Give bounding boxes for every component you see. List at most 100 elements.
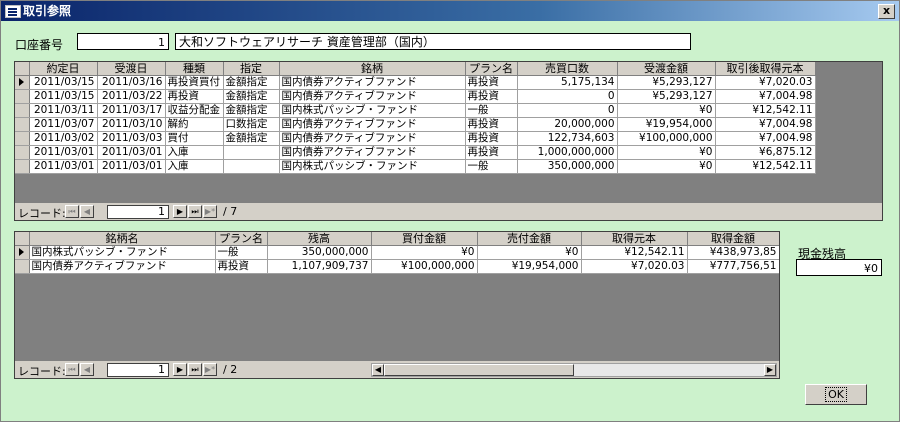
last-record-button[interactable]: ⏭: [188, 363, 202, 376]
grid-cell[interactable]: 一般: [215, 245, 268, 260]
account-number-field[interactable]: 1: [77, 33, 169, 50]
first-record-button[interactable]: ⏮: [65, 363, 79, 376]
grid-cell[interactable]: ¥0: [477, 245, 582, 260]
column-header[interactable]: プラン名: [465, 62, 518, 76]
grid-cell[interactable]: 2011/03/11: [29, 103, 98, 118]
grid-cell[interactable]: 国内株式パッシブ・ファンド: [29, 245, 216, 260]
grid-cell[interactable]: 2011/03/10: [97, 117, 166, 132]
grid-cell[interactable]: 2011/03/16: [97, 75, 166, 90]
grid-cell[interactable]: 収益分配金: [165, 103, 224, 118]
row-selector[interactable]: [15, 117, 30, 132]
transaction-row[interactable]: 2011/03/11 2011/03/17 収益分配金 金額指定 国内株式パッシブ・ファ…: [15, 103, 816, 118]
grid-cell[interactable]: 再投資買付: [165, 75, 224, 90]
grid-cell[interactable]: 0: [517, 103, 618, 118]
grid-cell[interactable]: 国内債券アクティブファンド: [29, 259, 216, 274]
new-record-button[interactable]: ▶*: [203, 205, 217, 218]
column-header[interactable]: 指定: [223, 62, 280, 76]
row-selector[interactable]: [15, 75, 30, 90]
transaction-row[interactable]: 2011/03/01 2011/03/01 入庫 国内株式パッシブ・ファンド 一般 350…: [15, 159, 816, 174]
column-header[interactable]: 取得元本: [581, 232, 688, 246]
horizontal-scrollbar[interactable]: ◀ ▶: [371, 363, 777, 377]
column-header[interactable]: 売付金額: [477, 232, 582, 246]
grid-cell[interactable]: 350,000,000: [267, 245, 372, 260]
grid-cell[interactable]: 2011/03/07: [29, 117, 98, 132]
grid-cell[interactable]: 再投資: [465, 131, 518, 146]
grid-cell[interactable]: 金額指定: [223, 89, 280, 104]
scroll-right-icon[interactable]: ▶: [764, 364, 776, 376]
grid-cell[interactable]: ¥0: [371, 245, 478, 260]
grid-cell[interactable]: 再投資: [465, 145, 518, 160]
grid-cell[interactable]: ¥5,293,127: [617, 75, 716, 90]
grid-cell[interactable]: 0: [517, 89, 618, 104]
grid-cell[interactable]: 金額指定: [223, 103, 280, 118]
column-header[interactable]: 種類: [165, 62, 224, 76]
ok-button[interactable]: OK: [805, 384, 867, 405]
grid-cell[interactable]: ¥12,542.11: [581, 245, 688, 260]
grid-cell[interactable]: [223, 145, 280, 160]
grid-cell[interactable]: 2011/03/01: [97, 145, 166, 160]
grid-cell[interactable]: 国内債券アクティブファンド: [279, 131, 466, 146]
scroll-left-icon[interactable]: ◀: [372, 364, 384, 376]
grid-cell[interactable]: 再投資: [215, 259, 268, 274]
grid-cell[interactable]: 再投資: [465, 89, 518, 104]
grid-cell[interactable]: 入庫: [165, 159, 224, 174]
grid-cell[interactable]: ¥100,000,000: [371, 259, 478, 274]
grid-cell[interactable]: 国内債券アクティブファンド: [279, 117, 466, 132]
column-header[interactable]: プラン名: [215, 232, 268, 246]
grid-cell[interactable]: 国内債券アクティブファンド: [279, 145, 466, 160]
new-record-button[interactable]: ▶*: [203, 363, 217, 376]
grid-cell[interactable]: 金額指定: [223, 131, 280, 146]
column-header[interactable]: 受渡日: [97, 62, 166, 76]
grid-cell[interactable]: 一般: [465, 159, 518, 174]
transaction-row[interactable]: 2011/03/15 2011/03/22 再投資 金額指定 国内債券アクティブファンド…: [15, 89, 816, 104]
cash-balance-field[interactable]: ¥0: [796, 259, 882, 276]
grid-cell[interactable]: ¥100,000,000: [617, 131, 716, 146]
grid-cell[interactable]: 解約: [165, 117, 224, 132]
grid-cell[interactable]: 20,000,000: [517, 117, 618, 132]
grid-cell[interactable]: 2011/03/15: [29, 75, 98, 90]
grid-cell[interactable]: 2011/03/17: [97, 103, 166, 118]
grid-cell[interactable]: 再投資: [465, 117, 518, 132]
column-header[interactable]: 買付金額: [371, 232, 478, 246]
grid-cell[interactable]: ¥7,004.98: [715, 131, 816, 146]
next-record-button[interactable]: ▶: [173, 205, 187, 218]
grid-cell[interactable]: 2011/03/01: [29, 145, 98, 160]
scrollbar-thumb[interactable]: [384, 364, 574, 376]
column-header[interactable]: 受渡金額: [617, 62, 716, 76]
row-selector[interactable]: [15, 103, 30, 118]
account-name-field[interactable]: 大和ソフトウェアリサーチ 資産管理部（国内）: [175, 33, 691, 50]
grid-cell[interactable]: 一般: [465, 103, 518, 118]
column-header[interactable]: 取引後取得元本: [715, 62, 816, 76]
transaction-row[interactable]: 2011/03/02 2011/03/03 買付 金額指定 国内債券アクティブファンド再…: [15, 131, 816, 146]
grid-cell[interactable]: ¥5,293,127: [617, 89, 716, 104]
grid-cell[interactable]: ¥0: [617, 145, 716, 160]
grid-cell[interactable]: 口数指定: [223, 117, 280, 132]
next-record-button[interactable]: ▶: [173, 363, 187, 376]
grid-cell[interactable]: ¥6,875.12: [715, 145, 816, 160]
row-selector[interactable]: [15, 159, 30, 174]
record-number-field[interactable]: 1: [107, 205, 169, 219]
transaction-row[interactable]: 2011/03/07 2011/03/10 解約 口数指定 国内債券アクティブファンド再…: [15, 117, 816, 132]
grid-cell[interactable]: ¥12,542.11: [715, 159, 816, 174]
grid-cell[interactable]: 金額指定: [223, 75, 280, 90]
grid-cell[interactable]: 国内株式パッシブ・ファンド: [279, 159, 466, 174]
grid-cell[interactable]: 再投資: [465, 75, 518, 90]
grid-cell[interactable]: ¥7,020.03: [581, 259, 688, 274]
grid-cell[interactable]: ¥12,542.11: [715, 103, 816, 118]
prev-record-button[interactable]: ◀: [80, 363, 94, 376]
grid-cell[interactable]: ¥7,020.03: [715, 75, 816, 90]
transaction-row[interactable]: 2011/03/15 2011/03/16 再投資買付 金額指定 国内債券アクティブファ…: [15, 75, 816, 90]
first-record-button[interactable]: ⏮: [65, 205, 79, 218]
grid-cell[interactable]: 2011/03/01: [97, 159, 166, 174]
transaction-row[interactable]: 2011/03/01 2011/03/01 入庫 国内債券アクティブファンド 再投資 1,…: [15, 145, 816, 160]
grid-cell[interactable]: 国内債券アクティブファンド: [279, 75, 466, 90]
grid-cell[interactable]: ¥0: [617, 159, 716, 174]
close-button[interactable]: x: [878, 4, 895, 19]
grid-cell[interactable]: ¥438,973,85: [687, 245, 779, 260]
grid-cell[interactable]: 2011/03/01: [29, 159, 98, 174]
grid-cell[interactable]: 入庫: [165, 145, 224, 160]
column-header[interactable]: 残高: [267, 232, 372, 246]
grid-cell[interactable]: 2011/03/15: [29, 89, 98, 104]
row-selector[interactable]: [15, 259, 30, 274]
row-selector[interactable]: [15, 245, 30, 260]
